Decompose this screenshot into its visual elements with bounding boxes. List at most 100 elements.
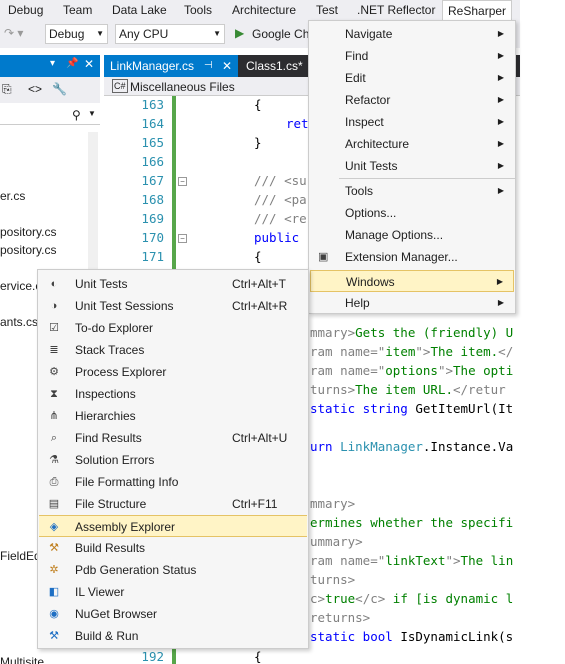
menu-item-label: Find	[345, 49, 369, 63]
list-item[interactable]: pository.cs	[0, 225, 56, 239]
menu-item-build-run[interactable]: ⚒ Build & Run	[39, 625, 307, 647]
play-icon[interactable]: ▶	[235, 26, 244, 40]
code-line: turns>	[310, 572, 356, 587]
close-icon[interactable]: ✕	[222, 55, 232, 77]
pin-icon[interactable]: 📌	[66, 58, 78, 69]
pin-icon[interactable]: ⊣	[204, 55, 213, 77]
find-results-icon: ⌕	[50, 432, 58, 444]
code-line: {	[254, 649, 262, 664]
collapse-icon[interactable]: −	[178, 177, 187, 186]
menu-item-unit-test-sessions[interactable]: ◑ Unit Test Sessions Ctrl+Alt+R	[39, 295, 307, 317]
code-line: turns>The item URL.</retur	[310, 382, 506, 397]
menu-item-file-formatting-info[interactable]: ⎙ File Formatting Info	[39, 471, 307, 493]
menu-item-label: Unit Test Sessions	[75, 299, 174, 313]
menu-item-unit-tests-window[interactable]: ◐ Unit Tests Ctrl+Alt+T	[39, 273, 307, 295]
config-combo[interactable]: Debug ▼	[45, 24, 108, 44]
menu-item-nuget-browser[interactable]: ◉ NuGet Browser	[39, 603, 307, 625]
menu-net-reflector[interactable]: .NET Reflector	[352, 0, 440, 20]
menu-item-help[interactable]: Help ▶	[310, 292, 514, 314]
code-line: ret	[286, 116, 309, 131]
line-number: 166	[141, 154, 164, 169]
line-number: 171	[141, 249, 164, 264]
menu-item-label: Inspect	[345, 115, 384, 129]
inspections-icon: ⧗	[50, 388, 58, 400]
list-item[interactable]: Multisite	[0, 655, 44, 664]
menu-item-todo-explorer[interactable]: ☑ To-do Explorer	[39, 317, 307, 339]
menu-item-inspect[interactable]: Inspect ▶	[310, 111, 514, 133]
shortcut-label: Ctrl+Alt+T	[232, 277, 287, 291]
code-icon[interactable]: <>	[28, 82, 42, 96]
list-item[interactable]: pository.cs	[0, 243, 56, 257]
menu-item-find-results[interactable]: ⌕ Find Results Ctrl+Alt+U	[39, 427, 307, 449]
menu-item-solution-errors[interactable]: ⚗ Solution Errors	[39, 449, 307, 471]
menu-item-build-results[interactable]: ⚒ Build Results	[39, 537, 307, 559]
menu-item-refactor[interactable]: Refactor ▶	[310, 89, 514, 111]
menu-test[interactable]: Test	[311, 0, 343, 20]
menu-item-options[interactable]: Options...	[310, 202, 514, 224]
nuget-icon: ◉	[49, 608, 59, 620]
menu-data-lake[interactable]: Data Lake	[107, 0, 172, 20]
code-line: public	[254, 230, 300, 245]
stack-traces-icon: ≣	[49, 344, 59, 356]
menu-item-label: Stack Traces	[75, 343, 145, 357]
code-line: ermines whether the specifi	[310, 515, 514, 530]
submenu-arrow-icon: ▶	[497, 298, 504, 307]
menu-item-pdb-generation-status[interactable]: ✲ Pdb Generation Status	[39, 559, 307, 581]
pdb-icon: ✲	[49, 564, 59, 576]
list-item[interactable]: er.cs	[0, 189, 25, 203]
menu-item-architecture[interactable]: Architecture ▶	[310, 133, 514, 155]
line-number: 165	[141, 135, 164, 150]
assembly-icon: ◈	[49, 521, 59, 533]
code-line: /// <pa	[254, 192, 307, 207]
menu-item-extension-manager[interactable]: ▣ Extension Manager...	[310, 246, 514, 268]
menu-item-edit[interactable]: Edit ▶	[310, 67, 514, 89]
list-item[interactable]: FieldEd	[0, 549, 41, 563]
menu-debug[interactable]: Debug	[3, 0, 48, 20]
build-results-icon: ⚒	[49, 542, 59, 554]
resharper-menu: Navigate ▶ Find ▶ Edit ▶ Refactor ▶ Inspect ▶…	[308, 20, 516, 314]
menu-item-navigate[interactable]: Navigate ▶	[310, 23, 514, 45]
menu-team[interactable]: Team	[58, 0, 97, 20]
list-item[interactable]: ants.cs	[0, 315, 38, 329]
menu-resharper[interactable]: ReSharper	[442, 0, 513, 20]
menu-item-unit-tests[interactable]: Unit Tests ▶	[310, 155, 514, 177]
formatting-icon: ⎙	[49, 476, 59, 488]
menu-item-tools[interactable]: Tools ▶	[310, 180, 514, 202]
menu-item-label: Options...	[345, 206, 397, 220]
submenu-arrow-icon: ▶	[497, 95, 504, 104]
code-line: ram name="item">The item.</	[310, 344, 514, 359]
platform-combo[interactable]: Any CPU ▼	[115, 24, 225, 44]
menu-item-label: NuGet Browser	[75, 607, 158, 621]
menu-item-il-viewer[interactable]: ◧ IL Viewer	[39, 581, 307, 603]
line-number: 168	[141, 192, 164, 207]
project-dropdown[interactable]: Miscellaneous Files	[130, 80, 235, 94]
menu-item-manage-options[interactable]: Manage Options...	[310, 224, 514, 246]
menu-item-process-explorer[interactable]: ⚙ Process Explorer	[39, 361, 307, 383]
menu-item-inspections[interactable]: ⧗ Inspections	[39, 383, 307, 405]
menu-item-label: File Formatting Info	[75, 475, 179, 489]
collapse-icon[interactable]: −	[178, 234, 187, 243]
hierarchies-icon: ⋔	[49, 410, 59, 422]
wrench-icon[interactable]: 🔧	[52, 82, 67, 96]
tab-linkmanager[interactable]: LinkManager.cs ⊣ ✕	[104, 55, 238, 77]
menu-item-find[interactable]: Find ▶	[310, 45, 514, 67]
menu-item-file-structure[interactable]: ▤ File Structure Ctrl+F11	[39, 493, 307, 515]
platform-label: Any CPU	[119, 27, 169, 41]
close-icon[interactable]: ✕	[84, 57, 94, 71]
refresh-icon[interactable]: ⎘	[2, 82, 12, 97]
menu-item-assembly-explorer[interactable]: ◈ Assembly Explorer	[39, 515, 307, 537]
code-line: urn LinkManager.Instance.Va	[310, 439, 514, 454]
menu-separator	[339, 178, 515, 179]
menu-item-windows[interactable]: Windows ▶	[310, 270, 514, 292]
menu-item-label: Navigate	[345, 27, 393, 41]
menu-item-stack-traces[interactable]: ≣ Stack Traces	[39, 339, 307, 361]
search-field[interactable]: ⚲ ▼	[0, 105, 100, 125]
menu-item-hierarchies[interactable]: ⋔ Hierarchies	[39, 405, 307, 427]
menu-tools[interactable]: Tools	[179, 0, 217, 20]
windows-submenu: ◐ Unit Tests Ctrl+Alt+T ◑ Unit Test Session…	[37, 269, 309, 649]
panel-menu-icon[interactable]: ▾	[50, 58, 55, 69]
menu-architecture[interactable]: Architecture	[227, 0, 301, 20]
run-button[interactable]: Google Ch	[252, 27, 309, 41]
redo-icon[interactable]: ↷ ▾	[4, 26, 23, 40]
submenu-arrow-icon: ▶	[497, 73, 504, 82]
